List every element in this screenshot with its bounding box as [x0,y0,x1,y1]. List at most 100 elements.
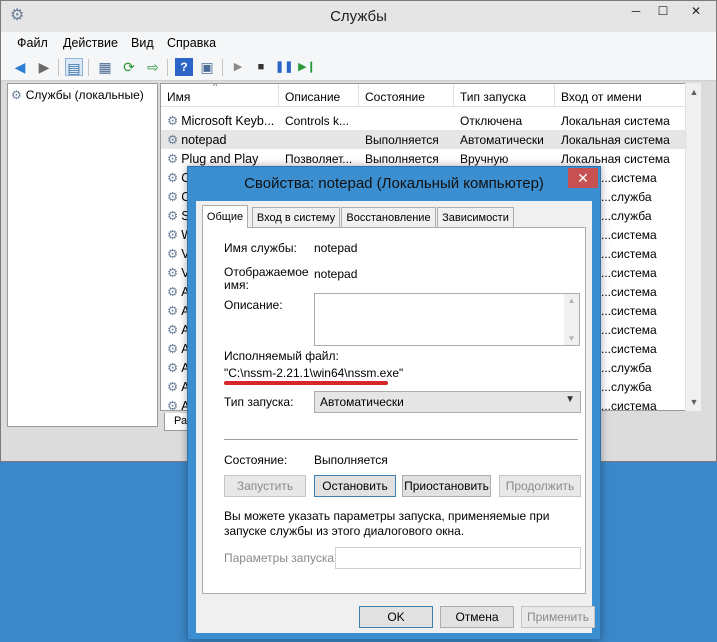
cell-logon: ...система [601,285,657,299]
stop-icon[interactable]: ■ [252,58,270,76]
table-row[interactable]: ⚙ Microsoft Keyb... Controls k... Отключе… [161,111,686,130]
service-gear-icon: ⚙ [167,171,179,185]
column-header-state[interactable]: Состояние [359,84,454,107]
cell-logon: ...система [601,323,657,337]
start-button[interactable]: Запустить [224,475,306,497]
console-tree-icon[interactable]: ▤ [65,58,83,76]
scroll-down-icon[interactable]: ▼ [564,334,579,343]
service-gear-icon: ⚙ [167,323,179,337]
tree-item-services-local[interactable]: ⚙ Службы (локальные) [11,88,144,102]
service-gear-icon: ⚙ [167,152,179,166]
cell-logon: Локальная система [561,152,670,166]
description-scrollbar[interactable]: ▲ ▼ [564,294,579,345]
cell-description: Позволяет... [285,152,353,166]
cell-state: Выполняется [365,133,439,147]
column-header-logon[interactable]: Вход от имени [555,84,686,107]
sort-up-icon: ^ [213,84,218,91]
forward-arrow-icon[interactable]: ▶ [35,58,53,76]
description-field[interactable] [314,293,580,346]
cell-startup: Автоматически [460,133,544,147]
apply-button[interactable]: Применить [521,606,595,628]
services-list-scrollbar[interactable]: ▲ ▼ [685,83,701,411]
scroll-up-icon[interactable]: ▲ [564,296,579,305]
display-name-label: Отображаемое имя: [224,265,309,292]
pause-icon[interactable]: ❚❚ [275,58,293,76]
service-gear-icon: ⚙ [167,361,179,375]
cell-name: ⚙ Microsoft Keyb... [167,113,279,128]
cell-startup: Отключена [460,114,523,128]
maximize-button[interactable]: ☐ [650,1,676,22]
close-button[interactable]: ✕ [676,1,716,22]
cell-logon: ...система [601,342,657,356]
tab-dependencies[interactable]: Зависимости [437,207,514,227]
title-bar[interactable]: ⚙ Службы ─ ☐ ✕ [1,1,716,32]
cell-logon: Локальная система [561,114,670,128]
cell-startup: Вручную [460,152,509,166]
description-label: Описание: [224,298,283,312]
scroll-down-icon[interactable]: ▼ [686,397,702,407]
column-header-description[interactable]: Описание [279,84,359,107]
column-header-startup[interactable]: Тип запуска [454,84,555,107]
console-tree: ⚙ Службы (локальные) [7,83,158,427]
cell-logon: ...система [601,247,657,261]
dialog-close-button[interactable]: ✕ [568,168,598,188]
column-header-name[interactable]: ^ Имя [161,84,279,107]
service-name-value: notepad [314,241,358,255]
tab-general[interactable]: Общие [202,205,248,228]
refresh-icon[interactable]: ⟳ [120,58,138,76]
tab-recovery[interactable]: Восстановление [341,207,436,227]
services-gear-icon: ⚙ [11,88,22,102]
general-tab-panel: Имя службы: notepad Отображаемое имя: no… [202,227,586,594]
menu-view[interactable]: Вид [131,36,154,50]
ok-button[interactable]: OK [359,606,433,628]
start-params-input[interactable] [335,547,581,569]
cell-logon: ...система [601,304,657,318]
properties-dialog: Свойства: notepad (Локальный компьютер) … [187,166,601,640]
window-title: Службы [330,8,387,25]
pause-button[interactable]: Приостановить [402,475,491,497]
start-params-note: Вы можете указать параметры запуска, при… [224,509,550,538]
executable-path: "C:\nssm-2.21.1\win64\nssm.exe" [224,366,404,380]
play-icon[interactable]: ▶ [229,58,247,76]
back-arrow-icon[interactable]: ◀ [11,58,29,76]
cell-state: Выполняется [365,152,439,166]
properties-icon[interactable]: ▦ [96,58,114,76]
service-gear-icon: ⚙ [167,228,179,242]
service-gear-icon: ⚙ [167,190,179,204]
resume-button[interactable]: Продолжить [499,475,581,497]
service-name: notepad [181,133,227,147]
service-gear-icon: ⚙ [167,133,179,147]
help-icon[interactable]: ? [175,58,193,76]
dialog-body: Общие Вход в систему Восстановление Зави… [196,201,595,633]
service-gear-icon: ⚙ [167,285,179,299]
table-row-selected[interactable]: ⚙ notepad Выполняется Автоматически Локал… [161,130,686,149]
menu-action[interactable]: Действие [63,36,118,50]
toolbar-separator [222,59,223,76]
toolbar-separator [88,59,89,76]
service-gear-icon: ⚙ [167,399,179,411]
minimize-button[interactable]: ─ [623,1,649,22]
service-gear-icon: ⚙ [167,266,179,280]
dialog-title: Свойства: notepad (Локальный компьютер) [244,175,544,192]
scroll-up-icon[interactable]: ▲ [686,87,702,97]
menu-file[interactable]: Файл [17,36,48,50]
tab-logon[interactable]: Вход в систему [252,207,340,227]
menu-help[interactable]: Справка [167,36,216,50]
cell-logon: ...система [601,171,657,185]
menu-bar: Файл Действие Вид Справка [1,32,716,54]
service-gear-icon: ⚙ [167,114,179,128]
cancel-button[interactable]: Отмена [440,606,514,628]
start-params-label: Параметры запуска: [224,551,338,565]
startup-type-select[interactable]: Автоматически ▼ [314,391,581,413]
status-value: Выполняется [314,453,388,467]
column-header-label: Имя [167,90,191,104]
cell-logon: ...служба [601,361,652,375]
view-icon[interactable]: ▣ [198,58,216,76]
cell-description: Controls k... [285,114,350,128]
export-icon[interactable]: ⇨ [144,58,162,76]
cell-logon: ...служба [601,380,652,394]
restart-icon[interactable]: ▶❙ [298,58,316,76]
toolbar-separator [167,59,168,76]
stop-button[interactable]: Остановить [314,475,396,497]
service-gear-icon: ⚙ [167,380,179,394]
